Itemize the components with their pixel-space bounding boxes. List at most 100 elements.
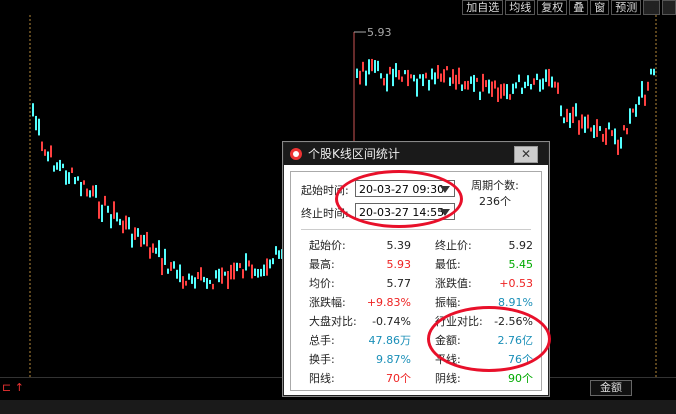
stat-value: -0.74% <box>372 315 411 328</box>
amount-indicator-button[interactable]: 金额 <box>590 380 632 396</box>
candle <box>506 84 508 100</box>
candle <box>605 128 607 145</box>
dropdown-arrow-icon <box>440 209 450 216</box>
candle <box>83 180 85 185</box>
candle <box>38 118 40 136</box>
candle <box>245 253 247 271</box>
candle <box>548 68 550 87</box>
stat-value: 2.76亿 <box>497 334 534 347</box>
stat-label: 总手: <box>309 334 335 347</box>
candle <box>599 126 601 131</box>
stat-label: 阳线: <box>309 372 335 385</box>
candle <box>224 271 226 276</box>
period-count-value: 236个 <box>479 195 511 208</box>
candle <box>602 133 604 142</box>
nav-arrow-icon[interactable]: ⊏ ↑ <box>2 382 28 394</box>
close-button[interactable]: ✕ <box>514 146 538 163</box>
candle <box>197 272 199 280</box>
candle <box>116 212 118 222</box>
stat-label: 金额: <box>435 334 461 347</box>
candle <box>257 269 259 278</box>
candle <box>146 231 148 247</box>
candle <box>398 70 400 80</box>
candle <box>206 278 208 289</box>
candle <box>386 73 388 92</box>
toolbar-button-3[interactable]: 叠 <box>569 0 589 15</box>
toolbar-button-0[interactable]: 加自选 <box>462 0 504 15</box>
stat-value: 90个 <box>508 372 533 385</box>
candle <box>578 120 580 135</box>
candle <box>500 84 502 99</box>
horizontal-scrollbar[interactable] <box>0 400 676 414</box>
stat-label: 阴线: <box>435 372 461 385</box>
candle <box>164 248 166 265</box>
candle <box>518 74 520 83</box>
candle <box>236 262 238 272</box>
start-time-select[interactable]: 20-03-27 09:30 <box>355 180 455 197</box>
export-arrow-icon[interactable]: ⇒ <box>643 0 661 15</box>
stat-label: 涨跌幅: <box>309 296 346 309</box>
candle <box>509 94 511 100</box>
chart-toolbar: 加自选 均线 复权叠窗预测 ⇒ ▾ <box>460 0 676 15</box>
candle <box>557 82 559 94</box>
candle <box>617 139 619 155</box>
toolbar-button-1[interactable]: 均线 <box>505 0 536 15</box>
candle <box>569 112 571 128</box>
candle <box>182 276 184 289</box>
candle <box>581 114 583 129</box>
candle <box>521 87 523 94</box>
toolbar-dropdown-icon[interactable]: ▾ <box>662 0 676 15</box>
toolbar-button-2[interactable]: 复权 <box>537 0 568 15</box>
candle <box>176 269 178 279</box>
toolbar-button-5[interactable]: 预测 <box>611 0 642 15</box>
candle <box>401 76 403 82</box>
candle <box>149 247 151 259</box>
candle <box>263 264 265 277</box>
candle <box>35 115 37 131</box>
candle <box>476 77 478 82</box>
candle <box>515 82 517 89</box>
candle <box>242 269 244 279</box>
candle <box>629 108 631 124</box>
candle <box>395 63 397 78</box>
stat-value: 5.77 <box>386 277 412 290</box>
candle <box>380 73 382 79</box>
candle <box>446 66 448 71</box>
toolbar-button-4[interactable]: 窗 <box>590 0 610 15</box>
candle <box>179 264 181 283</box>
high-price-label: 5.93 <box>367 26 392 39</box>
candle <box>200 267 202 281</box>
stat-value: 76个 <box>508 353 533 366</box>
candle <box>389 66 391 75</box>
stat-value: 5.39 <box>386 239 412 252</box>
candle <box>230 264 232 280</box>
stat-label: 平线: <box>435 353 461 366</box>
candle <box>632 108 634 113</box>
candle <box>266 258 268 276</box>
end-time-select[interactable]: 20-03-27 14:55 <box>355 203 455 220</box>
dialog-titlebar[interactable]: 个股K线区间统计 ✕ <box>284 143 548 165</box>
candle <box>470 76 472 84</box>
candle <box>551 76 553 88</box>
candle <box>497 87 499 102</box>
candle <box>479 91 481 101</box>
candle <box>362 61 364 72</box>
stat-label: 最低: <box>435 258 461 271</box>
candle <box>413 74 415 82</box>
candle <box>125 215 127 230</box>
candle <box>590 127 592 132</box>
end-time-label: 终止时间: <box>301 207 349 220</box>
candle <box>464 81 466 90</box>
stat-label: 大盘对比: <box>309 315 357 328</box>
candle <box>269 259 271 269</box>
candle <box>422 74 424 87</box>
stat-label: 最高: <box>309 258 335 271</box>
candle <box>134 227 136 240</box>
dialog-title: 个股K线区间统计 <box>308 147 400 161</box>
candle <box>365 70 367 86</box>
stat-value: 70个 <box>386 372 411 385</box>
candle <box>473 74 475 92</box>
candle <box>44 149 46 156</box>
candle <box>272 258 274 265</box>
candle <box>614 128 616 145</box>
